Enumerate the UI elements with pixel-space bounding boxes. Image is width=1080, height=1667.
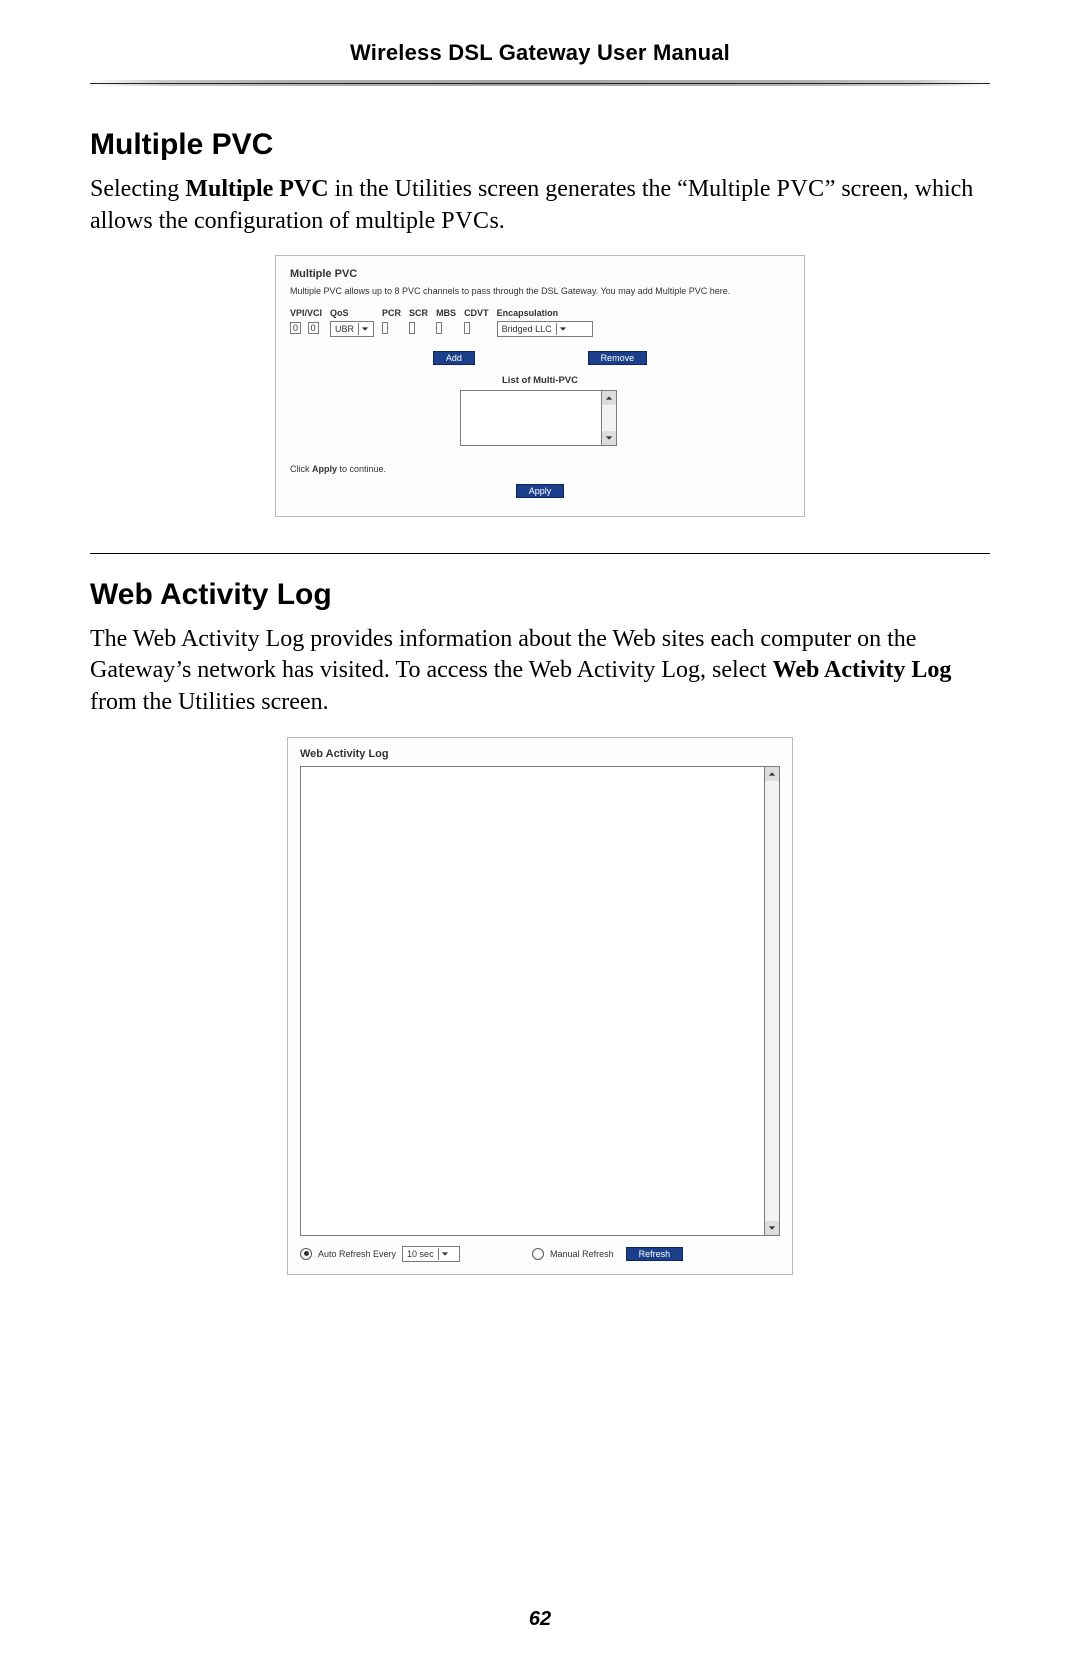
refresh-button[interactable]: Refresh bbox=[626, 1247, 684, 1261]
auto-refresh-radio[interactable] bbox=[300, 1248, 312, 1260]
section-divider bbox=[90, 553, 990, 554]
chevron-down-icon bbox=[438, 1248, 451, 1260]
text-strong: Multiple PVC bbox=[185, 176, 328, 202]
scroll-track[interactable] bbox=[765, 781, 779, 1221]
panel-title: Multiple PVC bbox=[290, 268, 790, 280]
text: Selecting bbox=[90, 176, 185, 202]
text-smallcaps: PVC bbox=[777, 176, 825, 202]
running-header: Wireless DSL Gateway User Manual bbox=[90, 40, 990, 80]
section-heading-web-activity-log: Web Activity Log bbox=[90, 578, 990, 612]
auto-refresh-label: Auto Refresh Every bbox=[318, 1249, 396, 1259]
text-smallcaps: PVC bbox=[441, 208, 489, 234]
log-paragraph: The Web Activity Log provides informatio… bbox=[90, 624, 990, 719]
header-rule bbox=[90, 80, 990, 86]
section-heading-multiple-pvc: Multiple PVC bbox=[90, 128, 990, 162]
vpi-input[interactable]: 0 bbox=[290, 322, 301, 334]
manual-refresh-radio[interactable] bbox=[532, 1248, 544, 1260]
col-scr: SCR bbox=[409, 308, 436, 321]
col-encap: Encapsulation bbox=[497, 308, 601, 321]
col-vpi-vci: VPI/VCI bbox=[290, 308, 330, 321]
scroll-track[interactable] bbox=[602, 405, 616, 431]
apply-hint: Click Apply to continue. bbox=[290, 464, 790, 474]
screenshot-web-activity-log: Web Activity Log Auto Refresh Every 10 s… bbox=[287, 737, 793, 1275]
encapsulation-value: Bridged LLC bbox=[502, 324, 552, 334]
col-pcr: PCR bbox=[382, 308, 409, 321]
text: in the Utilities screen generates the “M… bbox=[329, 176, 777, 202]
text: from the Utilities screen. bbox=[90, 689, 329, 715]
refresh-interval-value: 10 sec bbox=[407, 1249, 434, 1259]
pcr-input[interactable] bbox=[382, 322, 388, 334]
text-strong: Web Activity Log bbox=[773, 657, 952, 683]
panel-title: Web Activity Log bbox=[300, 748, 780, 760]
mbs-input[interactable] bbox=[436, 322, 442, 334]
page-number: 62 bbox=[0, 1608, 1080, 1631]
chevron-down-icon bbox=[358, 323, 371, 335]
list-title: List of Multi-PVC bbox=[290, 375, 790, 386]
listbox-scrollbar[interactable] bbox=[602, 390, 617, 446]
col-mbs: MBS bbox=[436, 308, 464, 321]
apply-button[interactable]: Apply bbox=[516, 484, 565, 498]
chevron-down-icon bbox=[556, 323, 569, 335]
qos-select[interactable]: UBR bbox=[330, 321, 374, 337]
col-qos: QoS bbox=[330, 308, 382, 321]
scroll-up-icon[interactable] bbox=[765, 767, 779, 781]
text: s. bbox=[489, 208, 504, 234]
remove-button[interactable]: Remove bbox=[588, 351, 648, 365]
screenshot-multiple-pvc: Multiple PVC Multiple PVC allows up to 8… bbox=[275, 255, 805, 516]
multi-pvc-listbox[interactable] bbox=[460, 390, 602, 446]
log-textarea[interactable] bbox=[300, 766, 765, 1236]
refresh-interval-select[interactable]: 10 sec bbox=[402, 1246, 460, 1262]
col-cdvt: CDVT bbox=[464, 308, 497, 321]
pvc-paragraph: Selecting Multiple PVC in the Utilities … bbox=[90, 174, 990, 237]
scroll-down-icon[interactable] bbox=[765, 1221, 779, 1235]
scroll-down-icon[interactable] bbox=[602, 431, 616, 445]
vci-input[interactable]: 0 bbox=[308, 322, 319, 334]
panel-intro: Multiple PVC allows up to 8 PVC channels… bbox=[290, 286, 790, 297]
pvc-config-row: VPI/VCI QoS PCR SCR MBS CDVT Encapsulati… bbox=[290, 308, 601, 337]
add-button[interactable]: Add bbox=[433, 351, 475, 365]
manual-refresh-label: Manual Refresh bbox=[550, 1249, 614, 1259]
scroll-up-icon[interactable] bbox=[602, 391, 616, 405]
cdvt-input[interactable] bbox=[464, 322, 470, 334]
log-scrollbar[interactable] bbox=[765, 766, 780, 1236]
encapsulation-select[interactable]: Bridged LLC bbox=[497, 321, 593, 337]
qos-value: UBR bbox=[335, 324, 354, 334]
scr-input[interactable] bbox=[409, 322, 415, 334]
